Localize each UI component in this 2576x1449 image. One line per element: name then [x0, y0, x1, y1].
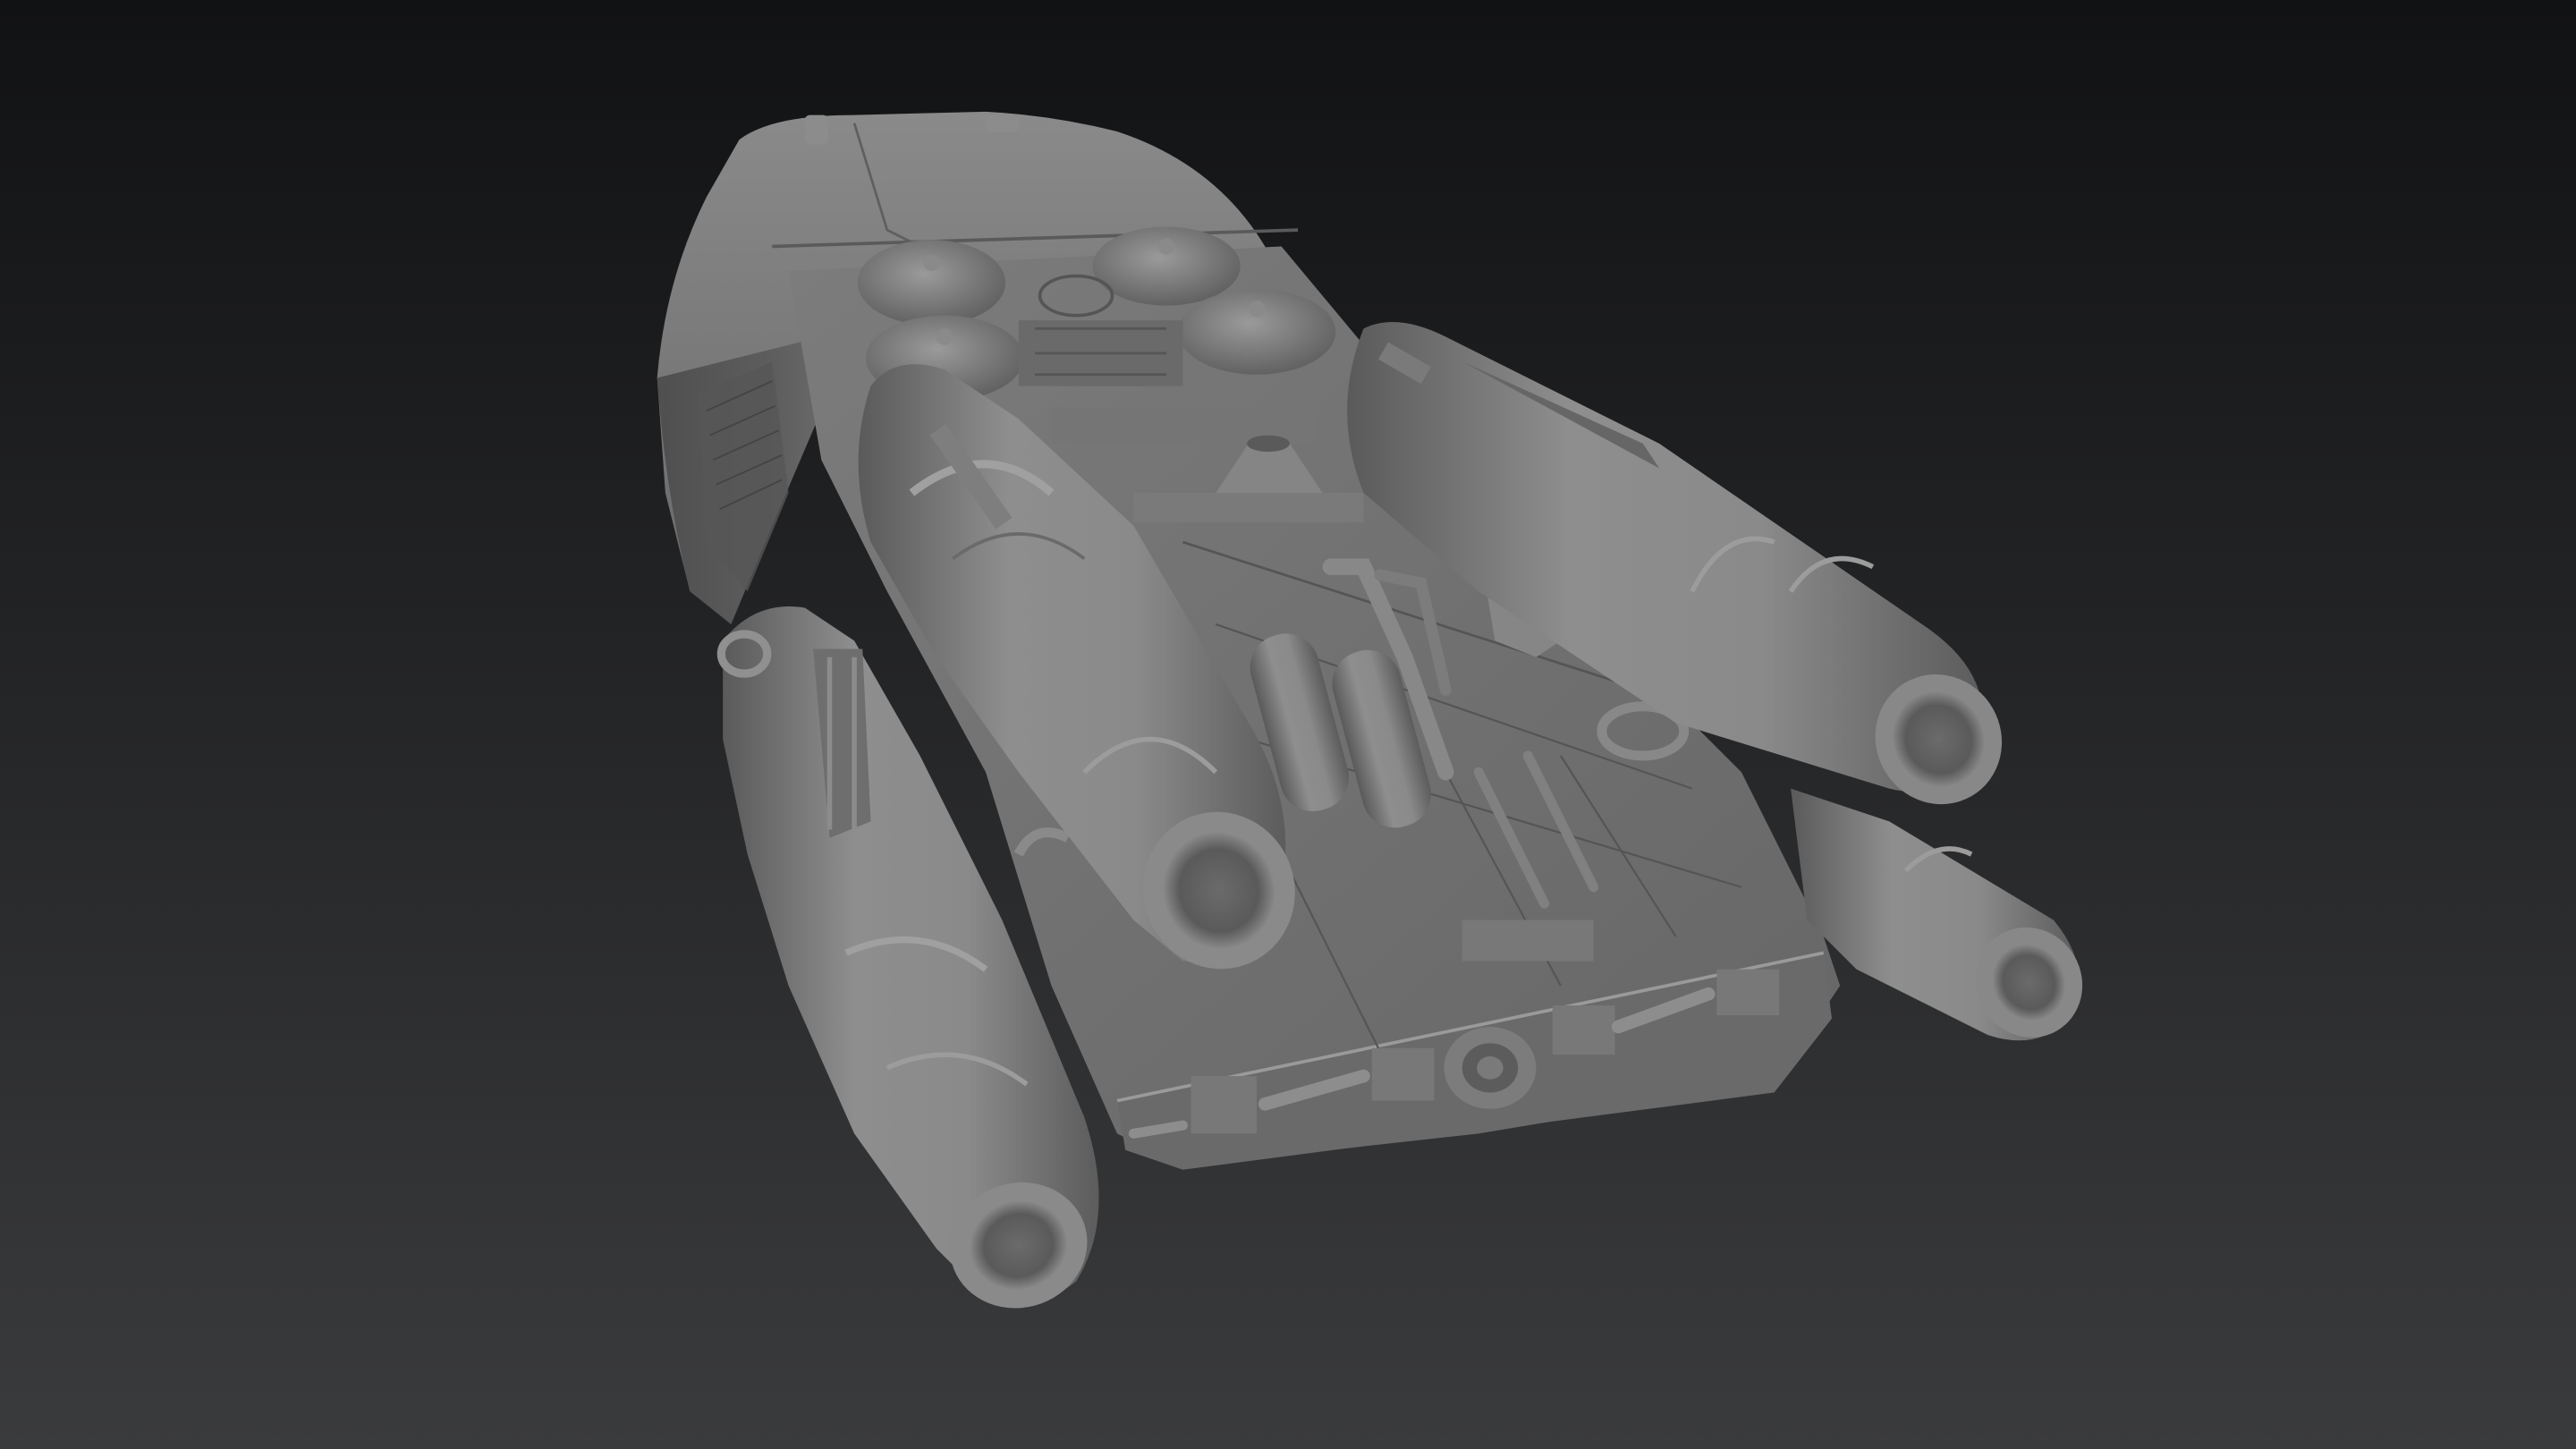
engine-right-lower	[1791, 788, 2083, 1041]
3d-viewport[interactable]	[0, 0, 2576, 1449]
spaceship-render	[657, 111, 2083, 1309]
